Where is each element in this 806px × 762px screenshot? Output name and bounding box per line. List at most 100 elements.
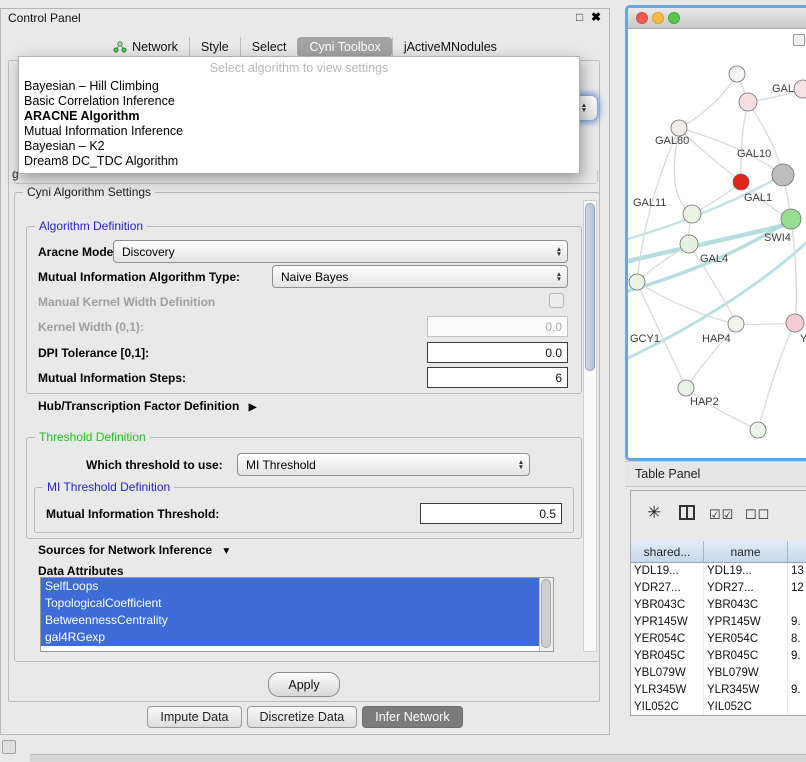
- network-node[interactable]: [739, 93, 757, 111]
- table-cell: YBR043C: [704, 597, 788, 614]
- tab-label: Select: [252, 40, 287, 54]
- zoom-traffic-light[interactable]: [668, 12, 680, 24]
- network-window-titlebar[interactable]: [628, 8, 806, 29]
- sources-section-toggle[interactable]: Sources for Network Inference ▼: [38, 543, 231, 557]
- table-row[interactable]: YDL19...YDL19...13: [631, 563, 806, 580]
- group-title: Threshold Definition: [35, 430, 150, 444]
- table-row[interactable]: YBR043CYBR043C: [631, 597, 806, 614]
- table-panel-titlebar[interactable]: Table Panel: [625, 461, 806, 487]
- table-row[interactable]: YPR145WYPR145W9.: [631, 614, 806, 631]
- chevron-right-icon: ▶: [249, 402, 257, 413]
- mi-steps-field[interactable]: 6: [427, 367, 568, 388]
- attribute-list-item[interactable]: TopologicalCoefficient: [41, 595, 553, 612]
- network-node[interactable]: [733, 174, 749, 190]
- network-node[interactable]: [680, 235, 698, 253]
- table-row[interactable]: YIL052CYIL052C: [631, 699, 806, 716]
- apply-button[interactable]: Apply: [268, 672, 340, 697]
- attribute-list-item[interactable]: BetweennessCentrality: [41, 612, 553, 629]
- table-row[interactable]: YBL079WYBL079W: [631, 665, 806, 682]
- kernel-width-field[interactable]: 0.0: [427, 316, 568, 337]
- manual-kernel-checkbox[interactable]: [549, 293, 564, 308]
- algorithm-option[interactable]: Mutual Information Inference: [19, 124, 579, 139]
- group-title: Algorithm Definition: [35, 219, 147, 233]
- table-cell: YER054C: [631, 631, 704, 648]
- algorithm-option[interactable]: ARACNE Algorithm: [19, 109, 579, 124]
- algorithm-placeholder-option[interactable]: Select algorithm to view settings: [19, 57, 579, 79]
- attribute-list-item[interactable]: gal4RGexp: [41, 629, 553, 646]
- network-node[interactable]: [683, 205, 701, 223]
- sources-section-label: Sources for Network Inference: [38, 543, 212, 557]
- node-label: GAL11: [633, 197, 666, 209]
- mi-type-select[interactable]: Naive Bayes ▲▼: [272, 265, 568, 288]
- attributes-scrollbar-thumb[interactable]: [541, 579, 551, 648]
- network-node[interactable]: [629, 274, 645, 290]
- tab-select[interactable]: Select: [240, 37, 298, 57]
- settings-scrollbar[interactable]: [583, 200, 597, 652]
- tab-infer-network[interactable]: Infer Network: [362, 706, 462, 728]
- canvas-corner-box[interactable]: [793, 34, 805, 46]
- column-manager-icon[interactable]: [679, 505, 695, 520]
- attributes-scrollbar[interactable]: [539, 578, 553, 651]
- node-label: GAL80: [655, 135, 689, 147]
- aracne-mode-select[interactable]: Discovery ▲▼: [113, 240, 568, 263]
- table-cell: 9.: [788, 614, 806, 631]
- tab-impute-data[interactable]: Impute Data: [147, 706, 241, 728]
- algorithm-option[interactable]: Dream8 DC_TDC Algorithm: [19, 154, 579, 169]
- table-cell: [788, 665, 806, 682]
- which-threshold-select[interactable]: MI Threshold ▲▼: [237, 453, 530, 476]
- node-label: GAL4: [700, 253, 728, 265]
- table-cell: YBL079W: [704, 665, 788, 682]
- gear-icon[interactable]: ✳: [647, 503, 661, 523]
- mi-type-label: Mutual Information Algorithm Type:: [38, 270, 240, 284]
- network-node[interactable]: [729, 66, 745, 82]
- tab-network[interactable]: Network: [102, 37, 189, 57]
- column-header[interactable]: name: [704, 541, 788, 562]
- collapsed-panel-icon[interactable]: [2, 740, 16, 754]
- network-node[interactable]: [794, 80, 806, 98]
- close-icon[interactable]: ✖: [591, 10, 601, 24]
- column-header[interactable]: shared...: [631, 541, 704, 562]
- minimize-traffic-light[interactable]: [652, 12, 664, 24]
- tab-cyni-toolbox[interactable]: Cyni Toolbox: [297, 37, 391, 57]
- table-header: shared...name: [631, 541, 806, 563]
- mi-threshold-field[interactable]: 0.5: [420, 503, 562, 524]
- column-header[interactable]: [788, 541, 806, 562]
- table-row[interactable]: YBR045CYBR045C9.: [631, 648, 806, 665]
- table-row[interactable]: YLR345WYLR345W9.: [631, 682, 806, 699]
- dpi-tolerance-field[interactable]: 0.0: [427, 342, 568, 363]
- attribute-list-item[interactable]: SelfLoops: [41, 578, 553, 595]
- table-row[interactable]: YER054CYER054C8.: [631, 631, 806, 648]
- table-cell: 9.: [788, 682, 806, 699]
- network-node[interactable]: [781, 209, 801, 229]
- table-cell: [788, 699, 806, 716]
- table-cell: YER054C: [704, 631, 788, 648]
- network-node[interactable]: [750, 422, 766, 438]
- deselect-all-icon[interactable]: ☐☐: [745, 507, 770, 523]
- combo-arrows-icon: ▲▼: [551, 272, 567, 282]
- network-icon: [113, 41, 127, 53]
- close-traffic-light[interactable]: [636, 12, 648, 24]
- table-row[interactable]: YDR27...YDR27...12: [631, 580, 806, 597]
- algorithm-option[interactable]: Basic Correlation Inference: [19, 94, 579, 109]
- settings-scrollbar-thumb[interactable]: [585, 203, 595, 371]
- node-label: GAL1: [744, 192, 772, 204]
- network-node[interactable]: [678, 380, 694, 396]
- network-node[interactable]: [728, 316, 744, 332]
- selected-value: MI Threshold: [238, 458, 513, 472]
- table-cell: YIL052C: [704, 699, 788, 716]
- network-node[interactable]: [786, 314, 804, 332]
- tab-jactivemnodules[interactable]: jActiveMNodules: [392, 37, 508, 57]
- algorithm-option[interactable]: Bayesian – K2: [19, 139, 579, 154]
- network-canvas[interactable]: GALGAL80GAL10GAL11GAL1SWI4GAL4GCY1HAP4HA…: [628, 29, 806, 458]
- node-label: HAP2: [690, 396, 719, 408]
- tab-discretize-data[interactable]: Discretize Data: [247, 706, 358, 728]
- tab-style[interactable]: Style: [189, 37, 240, 57]
- network-node[interactable]: [772, 164, 794, 186]
- network-node[interactable]: [671, 120, 687, 136]
- algorithm-popup-list: Bayesian – Hill ClimbingBasic Correlatio…: [19, 79, 579, 169]
- select-all-icon[interactable]: ☑☑: [709, 507, 734, 523]
- algorithm-option[interactable]: Bayesian – Hill Climbing: [19, 79, 579, 94]
- table-cell: 13: [788, 563, 806, 580]
- hub-section-toggle[interactable]: Hub/Transcription Factor Definition ▶: [38, 399, 256, 413]
- hub-section-label: Hub/Transcription Factor Definition: [38, 399, 239, 413]
